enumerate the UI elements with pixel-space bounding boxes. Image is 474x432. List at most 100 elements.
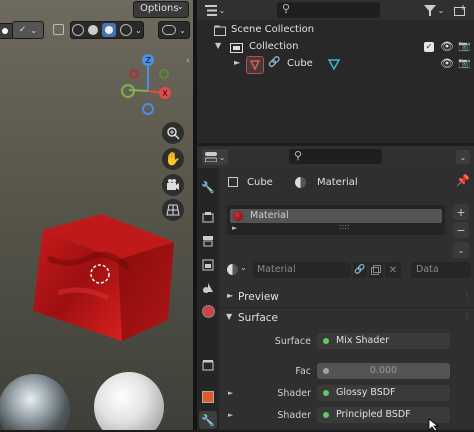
breadcrumb: Cube Material 📌 [219, 168, 474, 194]
properties-options-icon[interactable]: ⌄ [456, 150, 470, 164]
socket-dot-icon [323, 412, 329, 418]
drag-handle-icon[interactable]: ⋮⋮ [463, 312, 474, 321]
tab-modifiers-icon[interactable]: 🔧 [199, 411, 217, 429]
shading-mode-group[interactable]: ⌄ [70, 21, 144, 39]
new-collection-icon[interactable] [451, 2, 469, 18]
material-preview-icon[interactable] [102, 23, 117, 37]
visibility-eye-icon[interactable]: 👁 [440, 57, 454, 70]
shader-label: Shader [277, 410, 311, 421]
slot-specials-button[interactable]: ⌄ [453, 242, 469, 258]
fake-user-icon[interactable]: 🔗 [353, 262, 367, 278]
collapse-arrow-icon: ► [227, 291, 234, 300]
properties-editor: ⌄ ⚲ ⌄ 🔧 🔧 Cube Material 📌 Material ►:::… [197, 146, 474, 432]
search-icon: ⚲ [282, 2, 291, 15]
filter-icon[interactable]: ⌄ [422, 2, 446, 18]
collection-icon [229, 41, 243, 53]
unlink-icon[interactable]: ✕ [385, 262, 401, 278]
editor-type-icon[interactable]: ⌄ [203, 3, 227, 17]
shader-2-value: Principled BSDF [336, 409, 411, 420]
tab-object-icon[interactable] [199, 388, 217, 406]
exclude-checkbox[interactable]: ✓ [424, 42, 434, 52]
svg-text:X: X [162, 89, 168, 98]
breadcrumb-material: Material [317, 177, 358, 188]
sidebar-toggle-icon[interactable]: ‹ [186, 56, 193, 66]
shading-options-icon[interactable]: ⌄ [158, 21, 190, 39]
navigation-gizmo[interactable]: Z X [114, 50, 180, 120]
visibility-eye-icon[interactable]: 👁 [440, 40, 454, 53]
expand-arrow-icon[interactable]: ▼ [215, 41, 221, 50]
transform-pivot-icon[interactable]: ✓ ⌄ [12, 21, 44, 39]
neg-x-handle[interactable] [129, 69, 139, 79]
material-name-field[interactable]: Material [253, 262, 351, 278]
options-label: Options [140, 3, 179, 14]
shader-label: Shader [277, 388, 311, 399]
expand-arrow-icon[interactable]: ► [234, 58, 240, 67]
3d-viewport[interactable]: ✓ ⌄ ⌄ Options ⌄ ⌄ Z X ‹ ✋ [0, 0, 193, 430]
solid-shading-icon[interactable] [88, 25, 99, 35]
viewport-header: ✓ ⌄ ⌄ Options ⌄ ⌄ [0, 0, 193, 39]
remove-slot-button[interactable]: − [453, 222, 469, 238]
mesh-data-icon [327, 58, 341, 70]
render-camera-icon[interactable]: 📷 [458, 41, 470, 52]
material-slot-item[interactable]: Material [230, 209, 442, 223]
outliner-row-label: Scene Collection [231, 24, 315, 35]
neg-y-handle[interactable] [159, 69, 169, 79]
pan-hand-icon[interactable]: ✋ [162, 148, 184, 170]
add-slot-button[interactable]: + [453, 204, 469, 220]
svg-text:Z: Z [146, 56, 152, 65]
tab-render-icon[interactable] [199, 208, 217, 226]
link-type-value: Data [416, 264, 439, 275]
expand-arrow-icon[interactable]: ► [232, 224, 237, 232]
neg-z-handle[interactable] [142, 103, 154, 115]
tab-world-icon[interactable] [199, 302, 217, 320]
breadcrumb-object: Cube [247, 177, 273, 188]
wireframe-shading-icon[interactable] [72, 24, 85, 36]
tab-output-icon[interactable] [199, 232, 217, 250]
outliner-search-input[interactable]: ⚲ [277, 2, 380, 18]
preview-panel-header[interactable]: ► Preview ⋮⋮ [219, 288, 474, 306]
tab-scene-icon[interactable] [199, 279, 217, 297]
material-slot-label: Material [250, 210, 289, 221]
link-type-select[interactable]: Data [411, 262, 471, 278]
socket-dot-icon [323, 390, 329, 396]
hdri-sphere [0, 374, 70, 430]
surface-shader-select[interactable]: Mix Shader [317, 333, 450, 349]
material-slot-icon [233, 211, 243, 221]
tab-tool-icon[interactable]: 🔧 [199, 178, 217, 196]
material-slot-list[interactable]: Material ► :::: [227, 205, 445, 235]
preview-panel-title: Preview [238, 291, 279, 303]
material-browse-button[interactable]: ⌄ [227, 262, 249, 278]
outliner-header: ⌄ ⚲ ⌄ [197, 0, 474, 20]
fac-value: 0.000 [369, 365, 398, 376]
resize-grip-icon[interactable]: :::: [339, 222, 350, 231]
object-icon [227, 176, 239, 188]
surface-panel-header[interactable]: ▼ Surface ⋮⋮ [219, 308, 474, 328]
outliner-row-scene-collection[interactable]: Scene Collection [197, 22, 474, 39]
duplicate-icon[interactable] [369, 262, 383, 278]
tab-view-layer-icon[interactable] [199, 256, 217, 274]
cube-object[interactable] [28, 208, 178, 348]
shader-1-select[interactable]: Glossy BSDF [317, 385, 450, 401]
outliner-row-collection[interactable]: ▼ Collection ✓ 👁 📷 [197, 39, 474, 56]
pin-icon[interactable]: 📌 [456, 174, 470, 187]
outliner-row-label: Cube [287, 58, 313, 69]
expand-arrow-icon: ▼ [226, 312, 233, 321]
drag-handle-icon[interactable]: ⋮⋮ [463, 291, 474, 300]
fac-slider[interactable]: 0.000 [317, 363, 450, 379]
properties-header: ⌄ ⚲ ⌄ [197, 146, 474, 168]
overlay-toggle-icon[interactable] [51, 22, 65, 36]
render-camera-icon[interactable]: 📷 [458, 58, 470, 69]
search-icon: ⚲ [294, 149, 303, 162]
properties-search-input[interactable]: ⚲ [289, 149, 382, 164]
editor-type-icon[interactable]: ⌄ [202, 149, 228, 165]
zoom-icon[interactable] [162, 122, 184, 144]
camera-view-icon[interactable] [162, 174, 184, 196]
options-button[interactable]: Options ⌄ [133, 1, 189, 18]
expand-arrow-icon[interactable]: ► [228, 389, 233, 397]
expand-arrow-icon[interactable]: ► [228, 411, 233, 419]
tab-collection-icon[interactable] [199, 356, 217, 374]
rendered-shading-icon[interactable] [120, 24, 133, 36]
outliner-row-cube[interactable]: ► 🔗 Cube 👁 📷 [197, 56, 474, 74]
material-sphere-icon [295, 177, 306, 188]
surface-shader-value: Mix Shader [336, 335, 390, 346]
